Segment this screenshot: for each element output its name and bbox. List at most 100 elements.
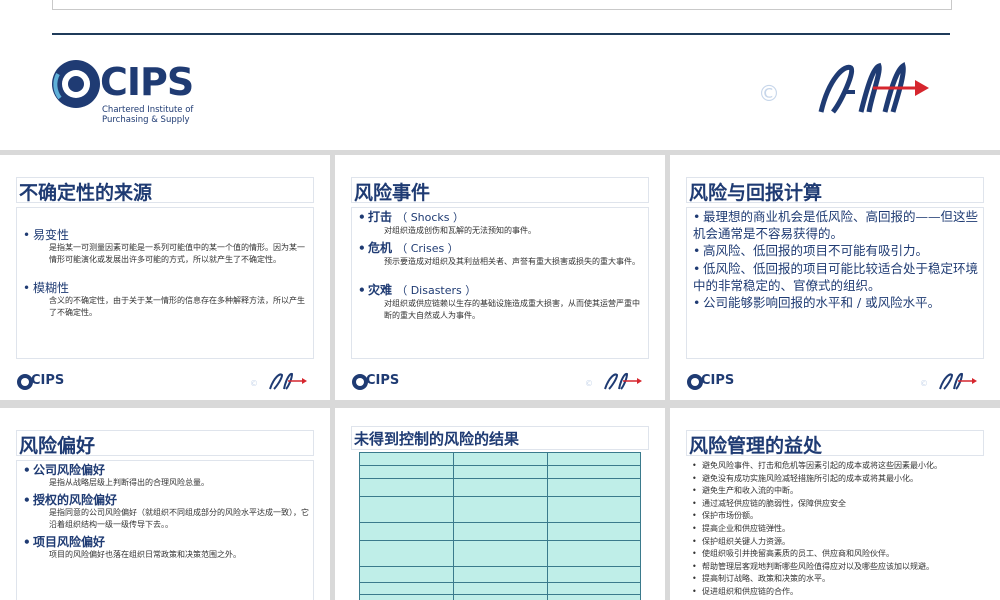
table-column-divider	[453, 452, 454, 600]
table-row	[359, 465, 641, 479]
copyright-mark: ©	[585, 379, 593, 388]
bullet-label: 模糊性	[33, 281, 70, 295]
slide-title: 风险偏好	[19, 435, 96, 457]
table-row	[359, 452, 641, 466]
bullet-label: 公司风险偏好	[33, 463, 106, 477]
cips-logo-text: CIPS	[701, 373, 735, 388]
bullet-description: 预示要造成对组织及其利益相关者、声誉有重大损害或损失的重大事件。	[384, 257, 640, 266]
bullet-text: 使组织吸引并挽留高素质的员工、供应商和风险伙伴。	[702, 549, 894, 559]
bullet-description: 是指同意的公司风险偏好（就组织不同组成部分的风险水平达成一致），它沿着组织结构一…	[49, 508, 309, 529]
bullet-text: 通过减轻供应链的脆弱性，保障供应安全	[702, 498, 846, 508]
slide-title: 风险管理的益处	[689, 435, 823, 457]
slide-body-box: • 打击 （ Shocks ） 对组织造成创伤和瓦解的无法预知的事件。 • 危机 （…	[351, 207, 649, 359]
table-column-divider	[547, 452, 548, 600]
slide-title-box: 未得到控制的风险的结果	[351, 426, 649, 450]
bullet-item: • 打击 （ Shocks ）	[358, 210, 465, 224]
bullet-label: 授权的风险偏好	[33, 493, 118, 507]
bullet-point: • 提高制订战略、政策和决策的水平。	[692, 574, 830, 584]
slide-title-box: 风险管理的益处	[686, 430, 984, 457]
bullet-text: 高风险、低回报的项目不可能有吸引力。	[703, 243, 929, 258]
bullet-point: • 保护组织关键人力资源。	[692, 536, 790, 546]
bullet-point: • 提高企业和供应链弹性。	[692, 524, 790, 533]
bullet-item: • 模糊性	[23, 281, 70, 295]
slide-title: 风险与回报计算	[689, 182, 823, 204]
cips-logo-text: CIPS	[366, 373, 400, 388]
bullet-description: 含义的不确定性，由于关于某一情形的信息存在多种解释方法，所以产生了不确定性。	[49, 296, 305, 317]
slide-title: 未得到控制的风险的结果	[354, 430, 520, 448]
slide-title-box: 不确定性的来源	[16, 177, 314, 204]
table-row	[359, 594, 641, 600]
bullet-text: 保护市场份额。	[702, 511, 758, 521]
cips-logo-text: CIPS	[100, 60, 194, 104]
bullet-point: • 保护市场份额。	[692, 511, 758, 521]
bullet-text: 避免生产和收入流的中断。	[702, 486, 798, 496]
bullet-item: • 公司风险偏好	[23, 463, 106, 477]
bullet-text: 避免风险事件、打击和危机等因素引起的成本或将这些因素最小化。	[702, 461, 942, 470]
slide-body-box: • 最理想的商业机会是低风险、高回报的——但这些机会通常是不容易获得的。 • 高风险…	[686, 207, 984, 359]
bullet-label: 灾难	[368, 283, 393, 297]
bullet-point: • 通过减轻供应链的脆弱性，保障供应安全	[692, 498, 846, 508]
banner-divider	[52, 33, 950, 35]
slide-title-box: 风险偏好	[16, 430, 314, 457]
bullet-point: • 避免风险事件、打击和危机等因素引起的成本或将这些因素最小化。	[692, 461, 942, 470]
bullet-english-term: （ Disasters ）	[396, 284, 477, 297]
bullet-point: • 避免生产和收入流的中断。	[692, 486, 798, 496]
bullet-description: 对组织或供应链赖以生存的基础设施造成重大损害，从而使其运营严重中断的重大自然或人…	[384, 299, 640, 320]
bullet-point: • 帮助管理层客观地判断哪些风险值得应对以及哪些应该加以规避。	[692, 561, 934, 571]
bullet-point: • 低风险、低回报的项目可能比较适合处于稳定环境中的非常稳定的、官僚式的组织。	[693, 261, 979, 293]
bullet-item: • 授权的风险偏好	[23, 493, 118, 507]
bullet-point: • 最理想的商业机会是低风险、高回报的——但这些机会通常是不容易获得的。	[693, 209, 979, 241]
table-column-divider	[359, 452, 360, 600]
slide-title-box: 风险事件	[351, 177, 649, 204]
cips-logo-text: CIPS	[31, 373, 65, 388]
table-row	[359, 522, 641, 541]
slide-risk-appetite: 风险偏好 • 公司风险偏好 是指从战略层级上判断得出的合理风险总量。 • 授权的风险…	[0, 408, 330, 600]
slide-risk-return: 风险与回报计算 • 最理想的商业机会是低风险、高回报的——但这些机会通常是不容易获…	[670, 155, 1000, 400]
bullet-point: • 使组织吸引并挽留高素质的员工、供应商和风险伙伴。	[692, 549, 894, 559]
alt-logo-icon	[939, 372, 977, 390]
bullet-text: 最理想的商业机会是低风险、高回报的——但这些机会通常是不容易获得的。	[693, 209, 979, 241]
bullet-text: 提高制订战略、政策和决策的水平。	[702, 574, 830, 584]
results-table	[359, 452, 641, 600]
slide-uncertainty-sources: 不确定性的来源 • 易变性 是指某一可测量因素可能是一系列可能值中的某一个值的情形…	[0, 155, 330, 400]
bullet-text: 提高企业和供应链弹性。	[702, 524, 790, 533]
bullet-text: 保护组织关键人力资源。	[702, 536, 790, 546]
bullet-label: 项目风险偏好	[33, 535, 106, 549]
table-row	[359, 496, 641, 523]
bullet-text: 避免没有成功实施风险减轻措施所引起的成本或将其最小化。	[702, 473, 918, 483]
copyright-mark: ©	[250, 379, 258, 388]
table-row	[359, 566, 641, 583]
bullet-description: 是指某一可测量因素可能是一系列可能值中的某一个值的情形。因为某一情形可能演化或发…	[49, 243, 305, 264]
bullet-item: • 灾难 （ Disasters ）	[358, 283, 477, 297]
alt-logo-icon	[604, 372, 642, 390]
bullet-point: • 避免没有成功实施风险减轻措施所引起的成本或将其最小化。	[692, 473, 918, 483]
cips-logo-icon	[52, 60, 100, 108]
slide-uncontrolled-risk-results: 未得到控制的风险的结果	[335, 408, 665, 600]
cips-logo-subtitle: Chartered Institute of Purchasing & Supp…	[102, 105, 193, 126]
table-column-divider	[640, 452, 641, 600]
bullet-label: 易变性	[33, 228, 70, 242]
bullet-item: • 项目风险偏好	[23, 535, 106, 549]
copyright-mark: ©	[758, 82, 780, 107]
previous-slide-banner: CIPS Chartered Institute of Purchasing &…	[0, 0, 1000, 150]
bullet-point: • 高风险、低回报的项目不可能有吸引力。	[693, 243, 929, 258]
slide-title: 不确定性的来源	[19, 182, 153, 204]
bullet-point: • 促进组织和供应链的合作。	[692, 587, 798, 596]
slide-body-box: • 避免风险事件、打击和危机等因素引起的成本或将这些因素最小化。 • 避免没有成功实…	[686, 460, 982, 600]
bullet-description: 是指从战略层级上判断得出的合理风险总量。	[49, 478, 209, 487]
bullet-text: 公司能够影响回报的水平和 / 或风险水平。	[703, 295, 941, 310]
copyright-mark: ©	[920, 379, 928, 388]
slide-title-box: 风险与回报计算	[686, 177, 984, 204]
alt-logo-icon	[818, 61, 929, 114]
bullet-text: 帮助管理层客观地判断哪些风险值得应对以及哪些应该加以规避。	[702, 561, 934, 571]
bullet-item: • 易变性	[23, 228, 70, 242]
slide-risk-management-benefits: 风险管理的益处 • 避免风险事件、打击和危机等因素引起的成本或将这些因素最小化。 …	[670, 408, 1000, 600]
bullet-text: 低风险、低回报的项目可能比较适合处于稳定环境中的非常稳定的、官僚式的组织。	[693, 261, 979, 293]
bullet-text: 促进组织和供应链的合作。	[702, 587, 798, 596]
bullet-label: 打击	[368, 210, 393, 224]
bullet-description: 对组织造成创伤和瓦解的无法预知的事件。	[384, 226, 536, 235]
slide-body-box: • 易变性 是指某一可测量因素可能是一系列可能值中的某一个值的情形。因为某一情形可…	[16, 207, 314, 359]
alt-logo-icon	[269, 372, 307, 390]
banner-content-box	[52, 0, 952, 10]
table-row	[359, 478, 641, 497]
